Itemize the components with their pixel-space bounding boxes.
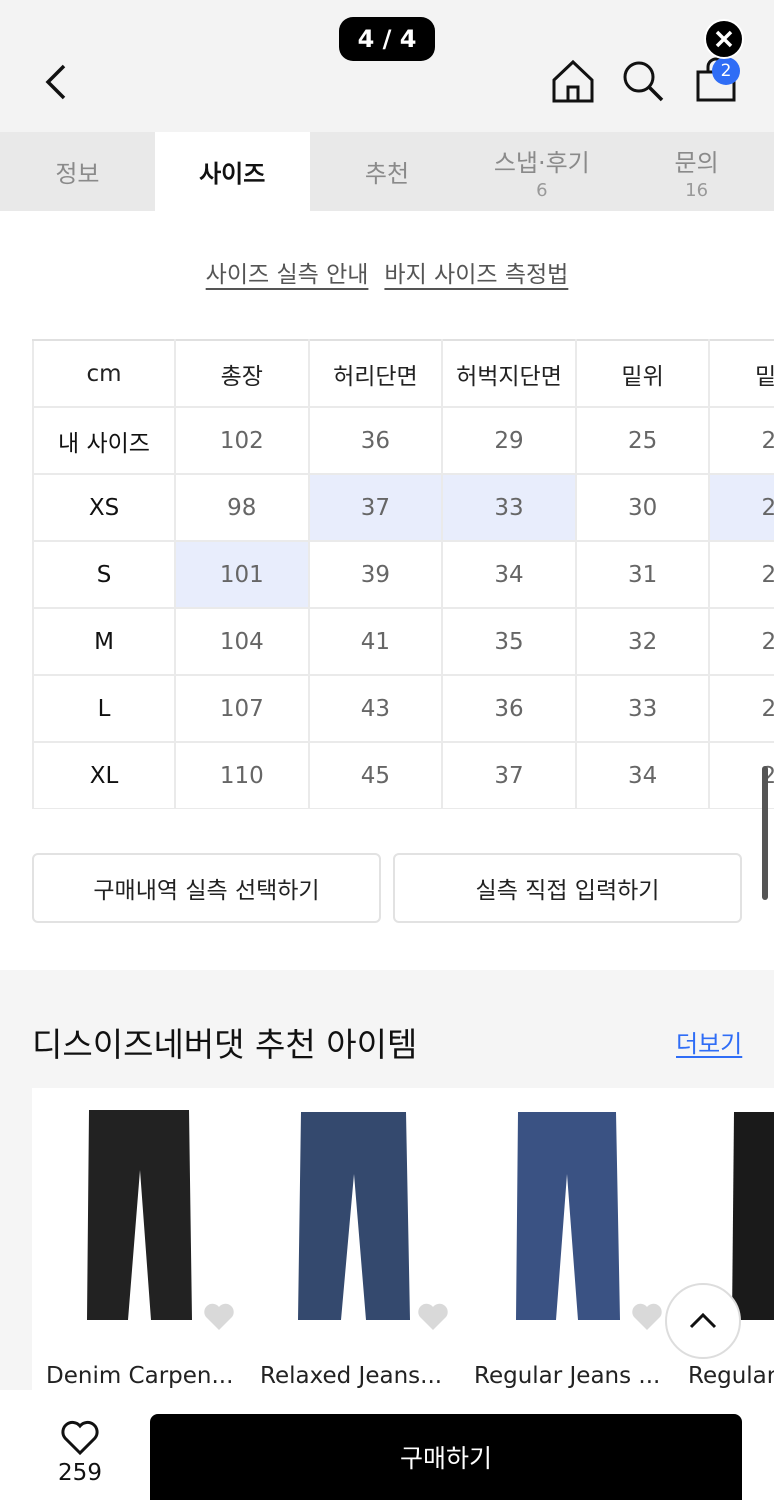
table-cell-highlight: 37 xyxy=(307,473,444,542)
table-cell: 39 xyxy=(307,540,444,609)
table-cell-highlight: 101 xyxy=(174,540,310,609)
recommend-title: 디스이즈네버댓 추천 아이템 xyxy=(32,1025,418,1064)
search-button[interactable] xyxy=(620,58,666,104)
table-row: M 104 41 35 32 22 xyxy=(32,607,774,676)
table-cell: 110 xyxy=(174,741,310,809)
table-cell-highlight: 21 xyxy=(708,473,774,542)
product-name: Regular Jeans ... xyxy=(474,1363,661,1389)
table-cell: 107 xyxy=(174,674,310,743)
table-cell: 41 xyxy=(307,607,444,676)
product-image xyxy=(298,1112,410,1320)
table-cell: 25 xyxy=(574,406,711,475)
product-name: Relaxed Jeans... xyxy=(260,1363,443,1389)
column-header: 총장 xyxy=(174,339,310,408)
tab-inquiry[interactable]: 문의 16 xyxy=(619,132,774,211)
tab-count: 6 xyxy=(536,179,548,201)
table-cell: 22 xyxy=(708,540,774,609)
column-header: 허벅지단면 xyxy=(441,339,577,408)
product-tabs: 정보 사이즈 추천 스냅·후기 6 문의 16 xyxy=(0,132,774,211)
close-icon xyxy=(715,30,733,48)
chevron-left-icon xyxy=(45,64,66,100)
heart-outline-icon xyxy=(61,1420,99,1456)
table-cell: 29 xyxy=(441,406,577,475)
product-image xyxy=(516,1112,620,1320)
home-icon xyxy=(552,59,594,103)
row-label: L xyxy=(32,674,176,743)
table-header-row: cm 총장 허리단면 허벅지단면 밑위 밑단 xyxy=(32,339,774,408)
tab-info[interactable]: 정보 xyxy=(0,132,155,211)
product-image xyxy=(87,1110,192,1320)
tab-count: 16 xyxy=(685,179,709,201)
row-label: XS xyxy=(32,473,176,542)
table-cell: 98 xyxy=(174,473,310,542)
like-button[interactable]: 259 xyxy=(40,1420,120,1496)
table-cell: 34 xyxy=(441,540,577,609)
heart-icon[interactable] xyxy=(202,1302,236,1332)
product-card[interactable]: Denim Carpen... xyxy=(32,1088,246,1390)
scroll-top-button[interactable] xyxy=(665,1283,741,1359)
buy-button[interactable]: 구매하기 xyxy=(150,1414,742,1500)
column-header: 밑단 xyxy=(708,339,774,408)
table-cell: 34 xyxy=(574,741,711,809)
purchase-history-measure-button[interactable]: 구매내역 실측 선택하기 xyxy=(32,853,381,923)
row-label: S xyxy=(32,540,176,609)
table-cell: 36 xyxy=(307,406,444,475)
cart-count-badge: 2 xyxy=(712,57,740,85)
table-cell: 43 xyxy=(307,674,444,743)
column-header: 밑위 xyxy=(574,339,711,408)
more-link[interactable]: 더보기 xyxy=(676,1024,742,1059)
tab-size[interactable]: 사이즈 xyxy=(154,132,310,211)
table-row: S 101 39 34 31 22 xyxy=(32,540,774,609)
product-card[interactable]: Relaxed Jeans... xyxy=(246,1088,460,1390)
table-cell: 33 xyxy=(574,674,711,743)
product-name: Regular xyxy=(688,1363,774,1389)
table-row: XL 110 45 37 34 23 xyxy=(32,741,774,809)
product-card[interactable]: Regular Jeans ... xyxy=(460,1088,674,1390)
table-cell: 30 xyxy=(574,473,711,542)
product-name: Denim Carpen... xyxy=(46,1363,234,1389)
table-cell: 23 xyxy=(708,674,774,743)
like-count: 259 xyxy=(58,1460,102,1486)
table-cell: 37 xyxy=(441,741,577,809)
manual-measure-input-button[interactable]: 실측 직접 입력하기 xyxy=(393,853,742,923)
table-row: L 107 43 36 33 23 xyxy=(32,674,774,743)
heart-icon[interactable] xyxy=(630,1302,664,1332)
tab-recommend[interactable]: 추천 xyxy=(310,132,465,211)
home-button[interactable] xyxy=(548,56,598,106)
column-header: cm xyxy=(32,339,176,408)
table-cell: 21 xyxy=(708,406,774,475)
table-row: 내 사이즈 102 36 29 25 21 xyxy=(32,406,774,475)
table-cell-highlight: 33 xyxy=(441,473,577,542)
table-cell: 102 xyxy=(174,406,310,475)
table-cell: 32 xyxy=(574,607,711,676)
close-button[interactable] xyxy=(704,19,744,59)
size-table: cm 총장 허리단면 허벅지단면 밑위 밑단 내 사이즈 102 36 29 2… xyxy=(32,339,774,809)
size-guide-link[interactable]: 사이즈 실측 안내 xyxy=(206,255,369,289)
table-cell: 35 xyxy=(441,607,577,676)
tab-snap-review[interactable]: 스냅·후기 6 xyxy=(464,132,619,211)
column-header: 허리단면 xyxy=(307,339,444,408)
search-icon xyxy=(623,61,664,102)
table-cell: 36 xyxy=(441,674,577,743)
size-guide-links: 사이즈 실측 안내 바지 사이즈 측정법 xyxy=(0,255,774,289)
row-label: M xyxy=(32,607,176,676)
table-cell: 22 xyxy=(708,607,774,676)
table-row: XS 98 37 33 30 21 xyxy=(32,473,774,542)
row-label: 내 사이즈 xyxy=(32,406,176,475)
chevron-up-icon xyxy=(689,1312,717,1329)
pants-measure-link[interactable]: 바지 사이즈 측정법 xyxy=(384,255,568,289)
image-counter: 4 / 4 xyxy=(339,17,435,61)
table-cell: 31 xyxy=(574,540,711,609)
back-button[interactable] xyxy=(36,58,76,106)
heart-icon[interactable] xyxy=(416,1302,450,1332)
row-label: XL xyxy=(32,741,176,809)
scrollbar[interactable] xyxy=(762,766,768,900)
table-cell: 104 xyxy=(174,607,310,676)
table-cell: 45 xyxy=(307,741,444,809)
